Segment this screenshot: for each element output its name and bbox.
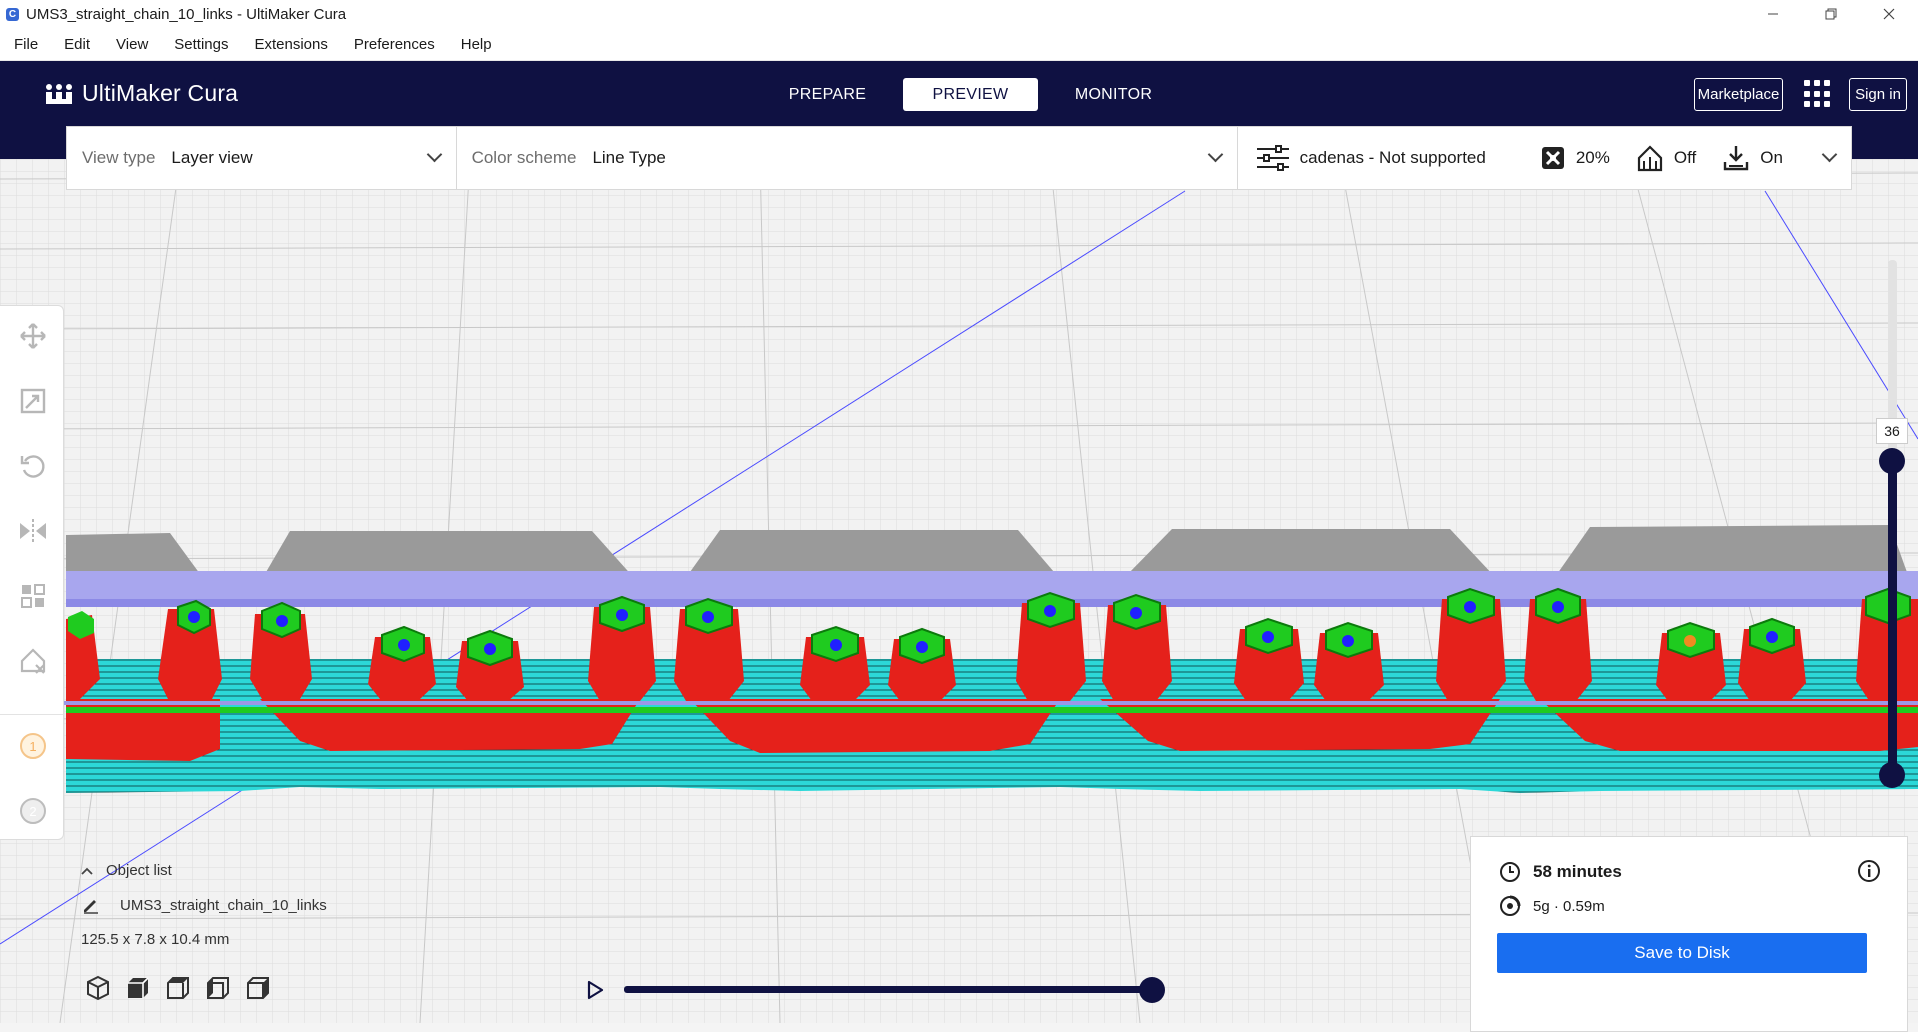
left-view-icon[interactable] bbox=[204, 974, 232, 1002]
close-icon bbox=[1883, 8, 1895, 20]
tab-monitor[interactable]: MONITOR bbox=[1046, 78, 1181, 111]
menu-view[interactable]: View bbox=[103, 36, 161, 53]
window-controls bbox=[1744, 0, 1918, 28]
pencil-icon bbox=[84, 900, 98, 914]
chevron-down-icon bbox=[1207, 146, 1223, 163]
chevron-up-icon bbox=[81, 867, 93, 875]
extruder-2-button[interactable]: 2 bbox=[18, 796, 48, 826]
print-info-button[interactable] bbox=[1857, 859, 1881, 888]
save-to-disk-button[interactable]: Save to Disk bbox=[1497, 933, 1867, 973]
menu-extensions[interactable]: Extensions bbox=[241, 36, 340, 53]
chevron-down-icon bbox=[1821, 146, 1838, 163]
infill-icon bbox=[1541, 147, 1564, 169]
print-info-panel: 58 minutes 5g · 0.59m Save to Disk bbox=[1470, 836, 1908, 1032]
ultimaker-logo-icon bbox=[46, 83, 72, 104]
view-type-label: View type bbox=[82, 148, 156, 167]
support-icon bbox=[1637, 145, 1662, 172]
path-slider-track[interactable] bbox=[624, 986, 1152, 993]
per-model-settings-button[interactable] bbox=[18, 581, 48, 611]
menu-edit[interactable]: Edit bbox=[51, 36, 103, 53]
stage-tabs: PREPARE PREVIEW MONITOR bbox=[760, 78, 1189, 111]
scale-icon bbox=[20, 388, 46, 414]
menu-preferences[interactable]: Preferences bbox=[341, 36, 448, 53]
object-list-item[interactable]: UMS3_straight_chain_10_links bbox=[82, 896, 327, 914]
layer-slider-range bbox=[1888, 458, 1897, 778]
object-name: UMS3_straight_chain_10_links bbox=[120, 896, 327, 914]
front-view-icon[interactable] bbox=[124, 974, 152, 1002]
svg-text:1: 1 bbox=[29, 739, 36, 754]
clock-icon bbox=[1500, 862, 1520, 882]
move-icon bbox=[20, 323, 46, 349]
settings-sliders-icon bbox=[1256, 145, 1289, 171]
adhesion-icon bbox=[1724, 146, 1749, 171]
support-blocker-button[interactable] bbox=[18, 646, 48, 676]
window-title: UMS3_straight_chain_10_links - UltiMaker… bbox=[26, 5, 347, 23]
object-list-panel: Object list UMS3_straight_chain_10_links… bbox=[80, 862, 327, 1002]
restore-icon bbox=[1825, 8, 1837, 20]
extruder-2-icon: 2 bbox=[20, 798, 46, 824]
menu-help[interactable]: Help bbox=[448, 36, 505, 53]
material-usage: 5g · 0.59m bbox=[1533, 897, 1605, 915]
restore-button[interactable] bbox=[1802, 0, 1860, 28]
tool-panel: 1 2 bbox=[0, 305, 64, 840]
per-model-settings-icon bbox=[21, 584, 45, 608]
support-blocker-icon bbox=[20, 648, 46, 674]
object-list-title: Object list bbox=[106, 862, 172, 879]
mirror-tool-button[interactable] bbox=[18, 516, 48, 546]
minimize-icon bbox=[1768, 13, 1778, 15]
svg-text:2: 2 bbox=[29, 804, 36, 819]
object-list-header[interactable]: Object list bbox=[80, 862, 327, 879]
color-scheme-dropdown[interactable]: Color scheme Line Type bbox=[457, 127, 1238, 189]
cura-app-icon: C bbox=[6, 7, 19, 21]
profile-name: cadenas - Not supported bbox=[1299, 148, 1486, 167]
path-slider-handle[interactable] bbox=[1139, 977, 1165, 1003]
play-simulation-button[interactable] bbox=[584, 979, 606, 1006]
menu-bar: File Edit View Settings Extensions Prefe… bbox=[0, 28, 1918, 61]
close-button[interactable] bbox=[1860, 0, 1918, 28]
rotate-tool-button[interactable] bbox=[18, 451, 48, 481]
chevron-down-icon bbox=[426, 146, 442, 163]
apps-grid-icon[interactable] bbox=[1804, 80, 1832, 108]
layer-number-field[interactable]: 36 bbox=[1876, 418, 1908, 444]
scale-tool-button[interactable] bbox=[18, 386, 48, 416]
support-value: Off bbox=[1673, 148, 1697, 167]
menu-file[interactable]: File bbox=[0, 36, 51, 53]
sign-in-button[interactable]: Sign in bbox=[1849, 78, 1907, 111]
title-bar: C UMS3_straight_chain_10_links - UltiMak… bbox=[0, 0, 1918, 28]
print-time: 58 minutes bbox=[1533, 862, 1622, 881]
camera-view-buttons bbox=[84, 974, 327, 1002]
move-tool-button[interactable] bbox=[18, 321, 48, 351]
ultimaker-logo: UltiMaker Cura bbox=[44, 80, 238, 107]
extruder-1-button[interactable]: 1 bbox=[18, 731, 48, 761]
view-type-value: Layer view bbox=[171, 148, 253, 167]
object-dimensions: 125.5 x 7.8 x 10.4 mm bbox=[81, 931, 230, 948]
play-icon bbox=[587, 980, 604, 1000]
menu-settings[interactable]: Settings bbox=[161, 36, 241, 53]
layer-slider-upper-handle[interactable] bbox=[1879, 448, 1905, 474]
right-view-icon[interactable] bbox=[244, 974, 272, 1002]
3d-view-icon[interactable] bbox=[84, 974, 112, 1002]
color-scheme-value: Line Type bbox=[592, 148, 666, 167]
extruder-1-icon: 1 bbox=[20, 733, 46, 759]
info-icon bbox=[1858, 860, 1880, 882]
minimize-button[interactable] bbox=[1744, 0, 1802, 28]
layer-slider-lower-handle[interactable] bbox=[1879, 762, 1905, 788]
print-settings-selector[interactable]: cadenas - Not supported 20% Off On bbox=[1238, 127, 1851, 189]
infill-value: 20% bbox=[1575, 148, 1610, 167]
tab-preview[interactable]: PREVIEW bbox=[903, 78, 1038, 111]
adhesion-value: On bbox=[1760, 148, 1783, 167]
tab-prepare[interactable]: PREPARE bbox=[760, 78, 895, 111]
color-scheme-label: Color scheme bbox=[471, 148, 577, 167]
view-settings-toolbar: View type Layer view Color scheme Line T… bbox=[66, 126, 1852, 190]
marketplace-button[interactable]: Marketplace bbox=[1694, 78, 1783, 111]
spool-icon bbox=[1500, 895, 1521, 916]
logo-text: UltiMaker Cura bbox=[82, 80, 239, 106]
top-view-icon[interactable] bbox=[164, 974, 192, 1002]
view-type-dropdown[interactable]: View type Layer view bbox=[67, 127, 457, 189]
mirror-icon bbox=[20, 519, 46, 543]
rotate-icon bbox=[20, 455, 45, 478]
